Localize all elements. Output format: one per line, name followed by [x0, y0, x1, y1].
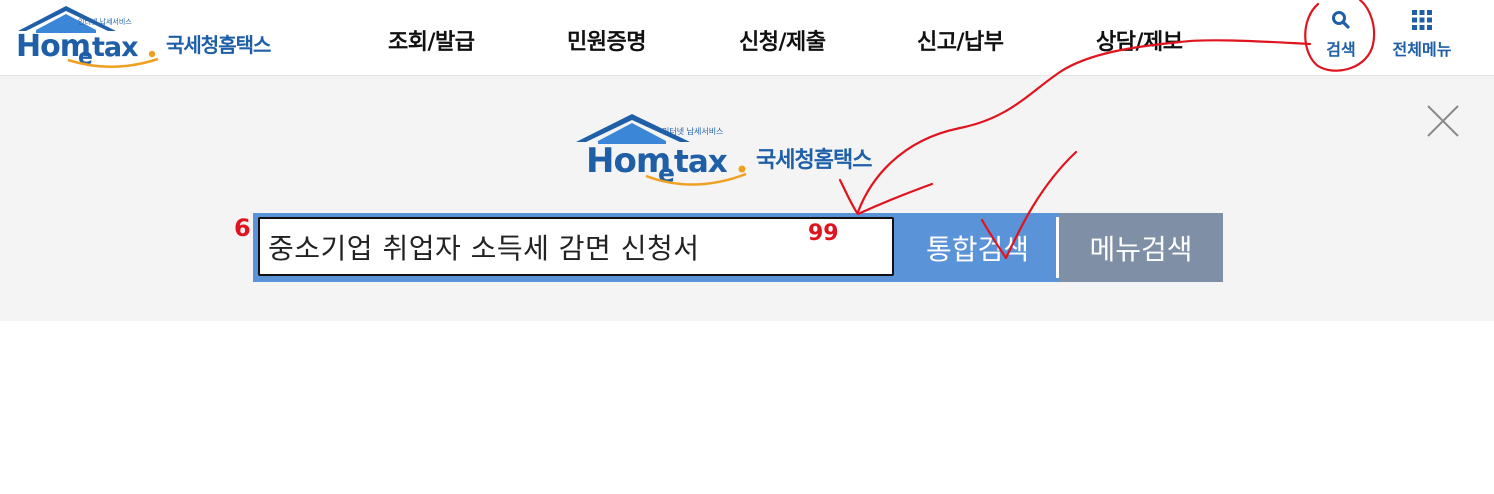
nav-item-application-submission[interactable]: 신청/제출: [739, 24, 826, 56]
search-panel-logo-graphic: 인터넷 납세서비스 Hom e tax 국세청홈택스: [576, 114, 873, 188]
all-menu-label: 전체메뉴: [1392, 40, 1452, 59]
nav-item-consult-report[interactable]: 상담/제보: [1096, 24, 1183, 56]
top-navigation-bar: 인터넷 납세서비스 Hom e tax 국세청홈택스 조회/발급 민원증명 신청…: [0, 0, 1494, 76]
integrated-search-button[interactable]: 통합검색: [899, 213, 1056, 282]
panel-logo-tagline: 인터넷 납세서비스: [662, 126, 723, 136]
menu-search-button[interactable]: 메뉴검색: [1059, 213, 1223, 282]
logo-wordmark-tax: tax: [92, 32, 138, 63]
nav-item-inquiry-issuance[interactable]: 조회/발급: [388, 24, 475, 56]
search-icon: [1308, 8, 1374, 32]
hometax-logo[interactable]: 인터넷 납세서비스 Hom e tax 국세청홈택스: [16, 4, 296, 70]
close-icon[interactable]: [1425, 103, 1461, 139]
logo-korean-name: 국세청홈택스: [166, 33, 271, 57]
nav-item-report-payment[interactable]: 신고/납부: [917, 24, 1004, 56]
hometax-logo-graphic: 인터넷 납세서비스 Hom e tax 국세청홈택스: [16, 6, 272, 70]
search-bar: 통합검색 메뉴검색: [253, 213, 1223, 282]
search-utility-button[interactable]: 검색: [1308, 8, 1374, 60]
search-panel-logo: 인터넷 납세서비스 Hom e tax 국세청홈택스: [574, 110, 904, 190]
panel-logo-korean-name: 국세청홈택스: [756, 148, 872, 173]
nav-item-civil-certificates[interactable]: 민원증명: [567, 24, 646, 56]
search-input[interactable]: [258, 217, 894, 276]
panel-logo-wordmark-tax: tax: [674, 144, 728, 180]
all-menu-button[interactable]: 전체메뉴: [1389, 8, 1455, 60]
search-panel: 인터넷 납세서비스 Hom e tax 국세청홈택스 통합검색 메뉴검색: [0, 76, 1494, 321]
grid-icon: [1389, 8, 1455, 32]
search-utility-label: 검색: [1326, 40, 1356, 59]
logo-tagline: 인터넷 납세서비스: [78, 17, 132, 26]
